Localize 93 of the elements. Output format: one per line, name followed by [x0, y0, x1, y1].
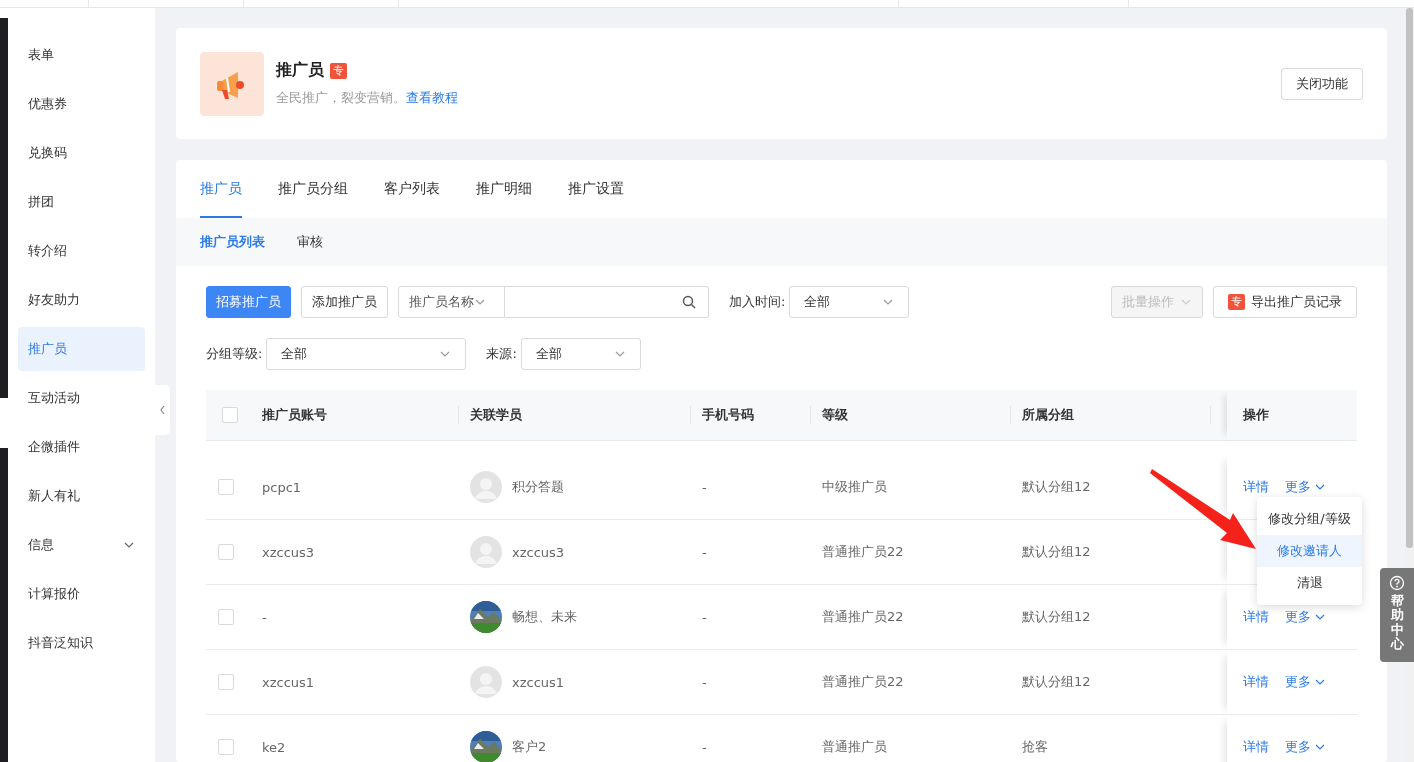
sidebar-item[interactable]: 表单 [18, 33, 145, 77]
sidebar-item[interactable]: 拼团 [18, 180, 145, 224]
sidebar-item[interactable]: 优惠券 [18, 82, 145, 126]
table-cell: pcpc1 [262, 479, 302, 495]
table-cell: 普通推广员22 [822, 608, 904, 626]
join-time-select[interactable]: 全部 [789, 286, 910, 318]
avatar-icon [470, 471, 502, 503]
checkbox[interactable] [218, 479, 234, 495]
page-title: 推广员 [276, 60, 324, 81]
more-link[interactable]: 更多 [1285, 673, 1326, 691]
sidebar-item[interactable]: 计算报价 [18, 572, 145, 616]
column-header: 手机号码 [690, 390, 810, 441]
details-link[interactable]: 详情 [1243, 673, 1269, 691]
sidebar-item[interactable]: 兑换码 [18, 131, 145, 175]
table-cell: 客户2 [512, 738, 547, 756]
column-header: 所属分组 [1010, 390, 1210, 441]
table-cell: 普通推广员22 [822, 673, 904, 691]
table-cell: 普通推广员 [822, 738, 887, 756]
recruit-button[interactable]: 招募推广员 [206, 286, 291, 318]
table-cell: ke2 [262, 739, 286, 755]
checkbox[interactable] [218, 609, 234, 625]
column-header: 推广员账号 [250, 390, 458, 441]
more-link[interactable]: 更多 [1285, 608, 1326, 626]
search-icon [682, 295, 696, 309]
table-cell: - [702, 544, 707, 560]
table-cell: 中级推广员 [822, 478, 887, 496]
pro-badge: 专 [1228, 294, 1245, 310]
export-button[interactable]: 专 导出推广员记录 [1213, 286, 1357, 318]
tab[interactable]: 推广员分组 [278, 160, 348, 218]
help-icon [1389, 575, 1405, 591]
header-cell [1210, 390, 1227, 441]
sidebar-item[interactable]: 企微插件 [18, 425, 145, 469]
table-cell: 抢客 [1022, 738, 1048, 756]
subtab[interactable]: 推广员列表 [200, 233, 265, 251]
pro-badge: 专 [330, 62, 347, 79]
search-type-select[interactable]: 推广员名称 [398, 286, 505, 318]
sidebar-item[interactable]: 推广员 [18, 327, 145, 371]
table-cell: - [702, 739, 707, 755]
table-cell: xzccus1 [512, 674, 565, 690]
tab[interactable]: 推广设置 [568, 160, 624, 218]
subtab[interactable]: 审核 [297, 233, 323, 251]
table-cell: 普通推广员22 [822, 543, 904, 561]
menu-item[interactable]: 清退 [1257, 567, 1362, 599]
tab[interactable]: 推广明细 [476, 160, 532, 218]
avatar-icon [470, 536, 502, 568]
table-cell: 默认分组12 [1022, 543, 1091, 561]
sidebar-item[interactable]: 新人有礼 [18, 474, 145, 518]
field-label: 来源: [486, 345, 517, 363]
collapse-handle[interactable] [155, 385, 170, 435]
details-link[interactable]: 详情 [1243, 608, 1269, 626]
page-description: 全民推广，裂变营销。 [276, 90, 406, 105]
details-link[interactable]: 详情 [1243, 738, 1269, 756]
checkbox[interactable] [218, 739, 234, 755]
sidebar-item[interactable]: 好友助力 [18, 278, 145, 322]
more-link[interactable]: 更多 [1285, 478, 1326, 496]
add-promoter-button[interactable]: 添加推广员 [301, 286, 388, 318]
table-cell: xzccus1 [262, 674, 315, 690]
table-cell: xzccus3 [512, 544, 565, 560]
column-header: 等级 [810, 390, 1010, 441]
megaphone-icon [200, 51, 264, 116]
field-label: 分组等级: [206, 345, 263, 363]
source-select[interactable]: 全部 [520, 338, 641, 370]
column-header: 操作 [1227, 390, 1357, 441]
tutorial-link[interactable]: 查看教程 [406, 90, 458, 105]
sidebar-item[interactable]: 转介绍 [18, 229, 145, 273]
sidebar-item[interactable]: 抖音泛知识 [18, 621, 145, 665]
table-cell: xzccus3 [262, 544, 315, 560]
table-cell: 默认分组12 [1022, 673, 1091, 691]
checkbox[interactable] [222, 407, 238, 423]
table-cell: 积分答题 [512, 478, 564, 496]
checkbox[interactable] [218, 544, 234, 560]
tab[interactable]: 客户列表 [384, 160, 440, 218]
details-link[interactable]: 详情 [1243, 478, 1269, 496]
table-cell: 畅想、未来 [512, 608, 577, 626]
help-center-tab[interactable]: 帮助中心 [1380, 568, 1414, 662]
group-level-select[interactable]: 全部 [266, 338, 467, 370]
column-header: 关联学员 [458, 390, 690, 441]
sidebar-item[interactable]: 信息 [18, 523, 145, 567]
search-field[interactable] [505, 286, 709, 318]
checkbox[interactable] [218, 674, 234, 690]
sidebar-item[interactable]: 互动活动 [18, 376, 145, 420]
table-cell: - [702, 674, 707, 690]
table-cell: - [702, 609, 707, 625]
menu-item[interactable]: 修改邀请人 [1257, 535, 1362, 567]
table-cell: 默认分组12 [1022, 478, 1091, 496]
more-link[interactable]: 更多 [1285, 738, 1326, 756]
menu-item[interactable]: 修改分组/等级 [1257, 503, 1362, 535]
field-label: 加入时间: [729, 293, 786, 311]
table-cell: - [702, 479, 707, 495]
table-cell: 默认分组12 [1022, 608, 1091, 626]
close-feature-button[interactable]: 关闭功能 [1281, 67, 1363, 100]
table-cell: - [262, 609, 267, 625]
avatar-icon [470, 666, 502, 698]
